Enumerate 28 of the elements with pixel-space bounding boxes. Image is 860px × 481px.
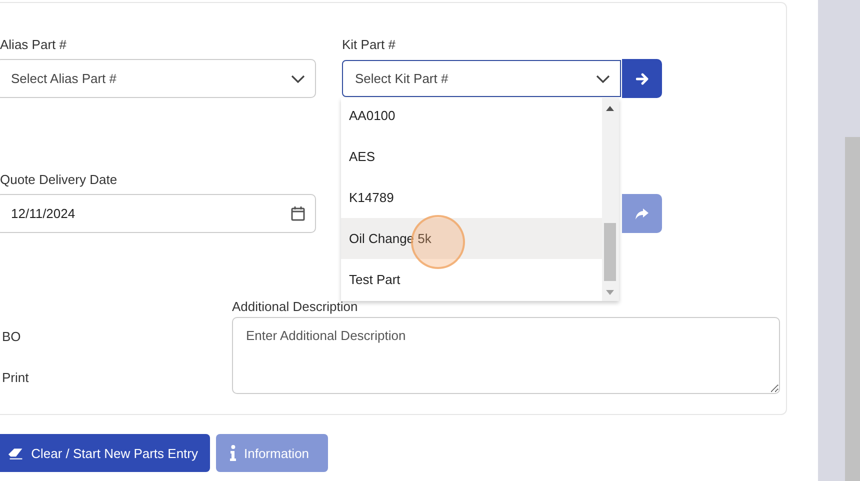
scroll-down-icon	[606, 290, 614, 295]
scrollbar[interactable]	[602, 98, 619, 301]
option-label: BO	[2, 328, 22, 346]
dropdown-option[interactable]: AES	[341, 136, 602, 177]
arrow-right-icon	[636, 72, 648, 84]
info-icon	[230, 445, 236, 461]
page-scrollbar[interactable]	[845, 137, 860, 481]
clear-button[interactable]: Clear / Start New Parts Entry	[0, 434, 210, 472]
field-label: Quote Delivery Date	[0, 172, 118, 189]
field-label: Additional Description	[232, 299, 359, 316]
kit-select[interactable]: Select Kit Part #	[342, 60, 621, 97]
share-icon	[635, 208, 649, 220]
scroll-up-icon	[606, 106, 614, 111]
go-button[interactable]	[622, 59, 662, 98]
field-label: Kit Part #	[342, 37, 396, 54]
dropdown-option[interactable]: AA0100	[341, 98, 602, 136]
scrollbar-thumb[interactable]	[604, 223, 616, 281]
eraser-icon	[8, 446, 24, 460]
chevron-down-icon	[291, 74, 305, 82]
option-label: Print	[2, 369, 30, 387]
dropdown-option[interactable]: K14789	[341, 177, 602, 218]
alias-select[interactable]: Select Alias Part #	[0, 59, 316, 98]
description-field[interactable]: Enter Additional Description	[232, 317, 780, 394]
field-label: Alias Part #	[0, 37, 68, 54]
dropdown-option[interactable]: Test Part	[341, 259, 602, 300]
calendar-icon	[291, 206, 305, 221]
chevron-down-icon	[596, 74, 610, 82]
date-field[interactable]: 12/11/2024	[0, 194, 316, 233]
